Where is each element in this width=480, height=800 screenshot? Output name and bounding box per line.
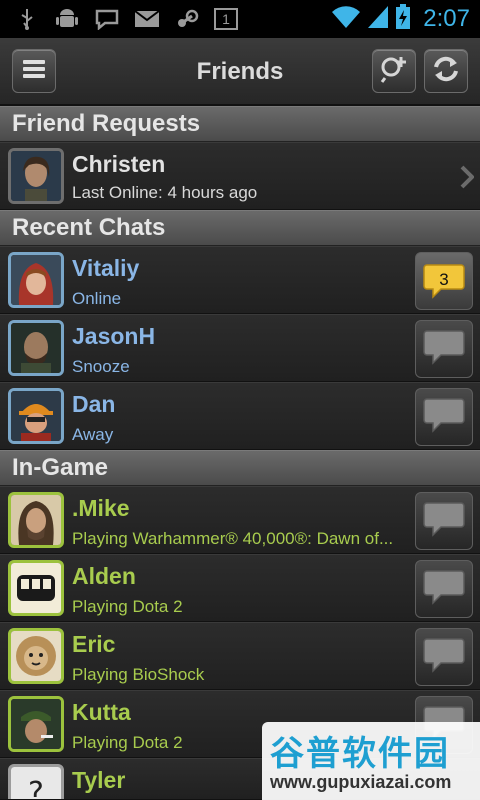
chat-button[interactable] [415, 492, 473, 550]
avatar [8, 320, 64, 376]
avatar [8, 492, 64, 548]
signal-icon [367, 5, 389, 33]
chat-bubble-icon [423, 500, 465, 542]
chat-button[interactable] [415, 320, 473, 378]
friend-status: Snooze [72, 357, 130, 376]
gmail-icon [134, 7, 160, 31]
friend-status: Online [72, 289, 122, 308]
avatar [8, 560, 64, 616]
refresh-button[interactable] [424, 49, 468, 93]
steam-icon [174, 7, 200, 31]
chat-button[interactable]: 3 [415, 252, 473, 310]
unread-count-badge: 3 [439, 270, 449, 289]
app-header: Friends [0, 38, 480, 106]
list-item[interactable]: Vitaliy Online 3 [0, 246, 480, 314]
friend-status: Playing Warhammer® 40,000®: Dawn of... [72, 529, 394, 548]
friend-name: Vitaliy [72, 255, 140, 281]
chevron-right-icon [460, 165, 475, 193]
avatar [8, 388, 64, 444]
watermark: 谷普软件园 www.gupuxiazai.com [262, 722, 480, 800]
friend-name: Christen [72, 151, 166, 177]
chat-button[interactable] [415, 388, 473, 446]
refresh-icon [432, 55, 460, 87]
friend-status: Playing BioShock [72, 665, 205, 684]
chat-button[interactable] [415, 628, 473, 686]
section-header-friend-requests: Friend Requests [0, 106, 480, 142]
friend-name: JasonH [72, 323, 156, 349]
friend-name: Dan [72, 391, 116, 417]
friend-name: Eric [72, 631, 116, 657]
menu-icon [22, 58, 46, 84]
chat-bubble-unread-icon: 3 [423, 262, 465, 300]
list-item[interactable]: JasonH Snooze [0, 314, 480, 382]
avatar: ? [8, 764, 64, 800]
notification-count-icon: 1 [214, 8, 238, 30]
add-friend-button[interactable] [372, 49, 416, 93]
avatar [8, 696, 64, 752]
list-item[interactable]: .Mike Playing Warhammer® 40,000®: Dawn o… [0, 486, 480, 554]
android-debug-icon [54, 7, 80, 31]
chat-notification-icon [94, 7, 120, 31]
friend-status: Away [72, 425, 114, 444]
chat-bubble-icon [423, 636, 465, 678]
section-header-in-game: In-Game [0, 450, 480, 486]
wifi-icon [331, 5, 361, 33]
add-friend-search-icon [379, 54, 409, 88]
watermark-logo-text: 谷普软件园 [270, 734, 450, 774]
friend-status: Last Online: 4 hours ago [72, 183, 258, 202]
friend-name: .Mike [72, 495, 130, 521]
friend-request-row[interactable]: Christen Last Online: 4 hours ago [0, 142, 480, 210]
avatar [8, 252, 64, 308]
chat-bubble-icon [423, 328, 465, 370]
avatar [8, 148, 64, 204]
svg-text:?: ? [28, 776, 44, 800]
status-bar: 1 2:07 [0, 0, 480, 38]
avatar [8, 628, 64, 684]
friend-name: Tyler [72, 767, 126, 793]
battery-charging-icon [395, 4, 411, 34]
friend-status: Playing Dota 2 [72, 597, 183, 616]
friend-name: Alden [72, 563, 136, 589]
usb-icon [14, 7, 40, 31]
chat-bubble-icon [423, 568, 465, 610]
chat-bubble-icon [423, 396, 465, 438]
list-item[interactable]: Eric Playing BioShock [0, 622, 480, 690]
list-item[interactable]: Alden Playing Dota 2 [0, 554, 480, 622]
friend-name: Kutta [72, 699, 131, 725]
chat-button[interactable] [415, 560, 473, 618]
notification-count: 1 [222, 11, 230, 27]
section-header-recent-chats: Recent Chats [0, 210, 480, 246]
list-item[interactable]: Dan Away [0, 382, 480, 450]
clock-time: 2:07 [423, 5, 470, 32]
menu-button[interactable] [12, 49, 56, 93]
watermark-url: www.gupuxiazai.com [270, 772, 452, 792]
